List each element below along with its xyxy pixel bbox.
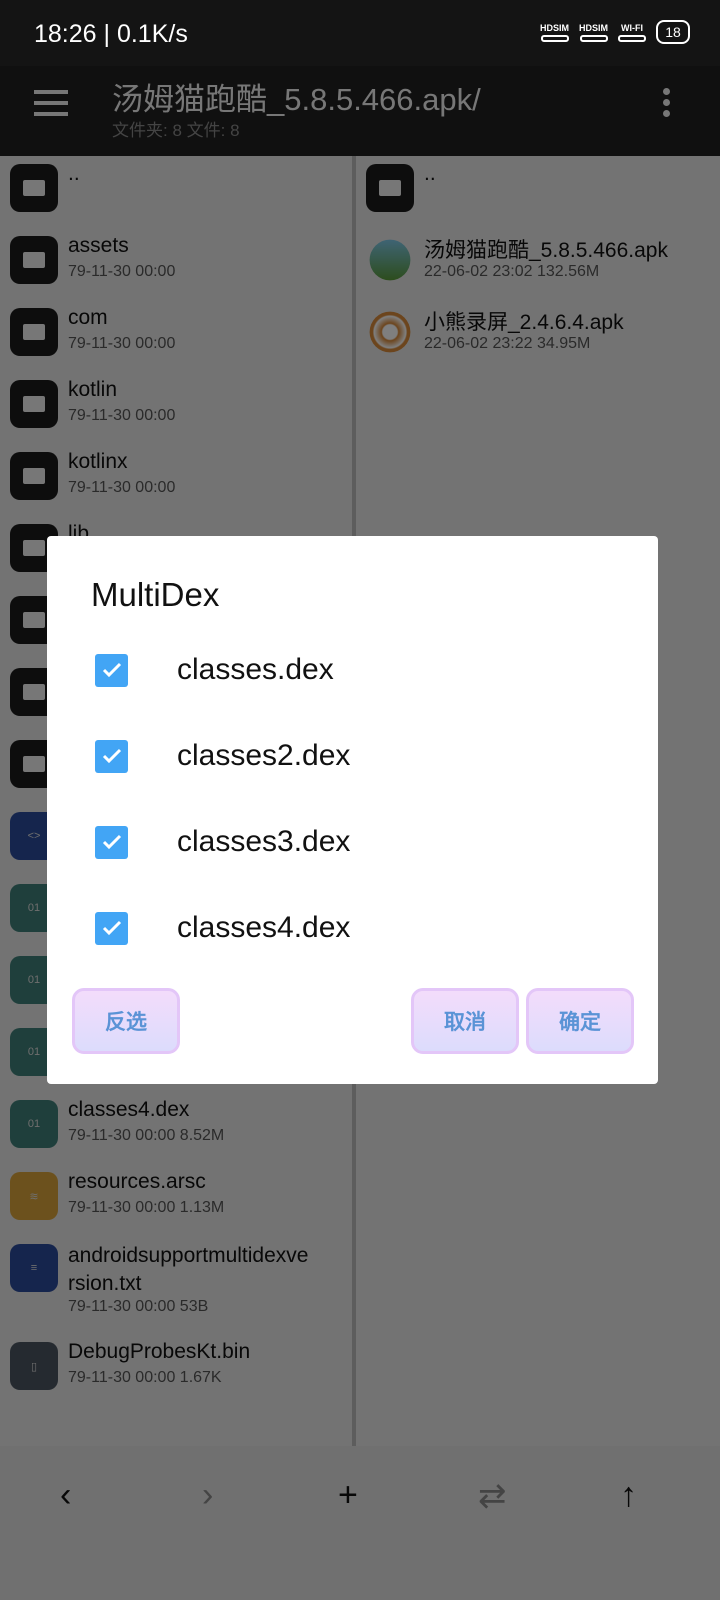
dex-option[interactable]: classes2.dex	[95, 736, 350, 776]
dialog-title: MultiDex	[91, 576, 220, 613]
ok-button[interactable]: 确定	[526, 988, 634, 1054]
dex-option[interactable]: classes3.dex	[95, 822, 350, 862]
sim1-signal-icon: HDSIM	[540, 23, 569, 42]
option-label: classes4.dex	[177, 911, 351, 944]
status-bar: 18:26 | 0.1K/s HDSIM HDSIM WI-FI 18	[0, 0, 720, 66]
option-label: classes2.dex	[177, 739, 351, 772]
cancel-button[interactable]: 取消	[411, 988, 519, 1054]
dex-option[interactable]: classes.dex	[95, 650, 334, 690]
battery-icon: 18	[656, 20, 690, 44]
checkbox-checked-icon[interactable]	[95, 739, 128, 773]
dex-option[interactable]: classes4.dex	[95, 908, 350, 948]
checkbox-checked-icon[interactable]	[95, 911, 128, 945]
status-time: 18:26 | 0.1K/s	[34, 20, 188, 48]
checkbox-checked-icon[interactable]	[95, 825, 128, 859]
checkbox-checked-icon[interactable]	[95, 653, 128, 687]
wifi-icon: WI-FI	[618, 23, 646, 42]
invert-selection-button[interactable]: 反选	[72, 988, 180, 1054]
multidex-dialog: MultiDex classes.dex classes2.dex classes3…	[47, 536, 658, 1084]
option-label: classes3.dex	[177, 825, 351, 858]
option-label: classes.dex	[177, 653, 334, 686]
sim2-signal-icon: HDSIM	[579, 23, 608, 42]
